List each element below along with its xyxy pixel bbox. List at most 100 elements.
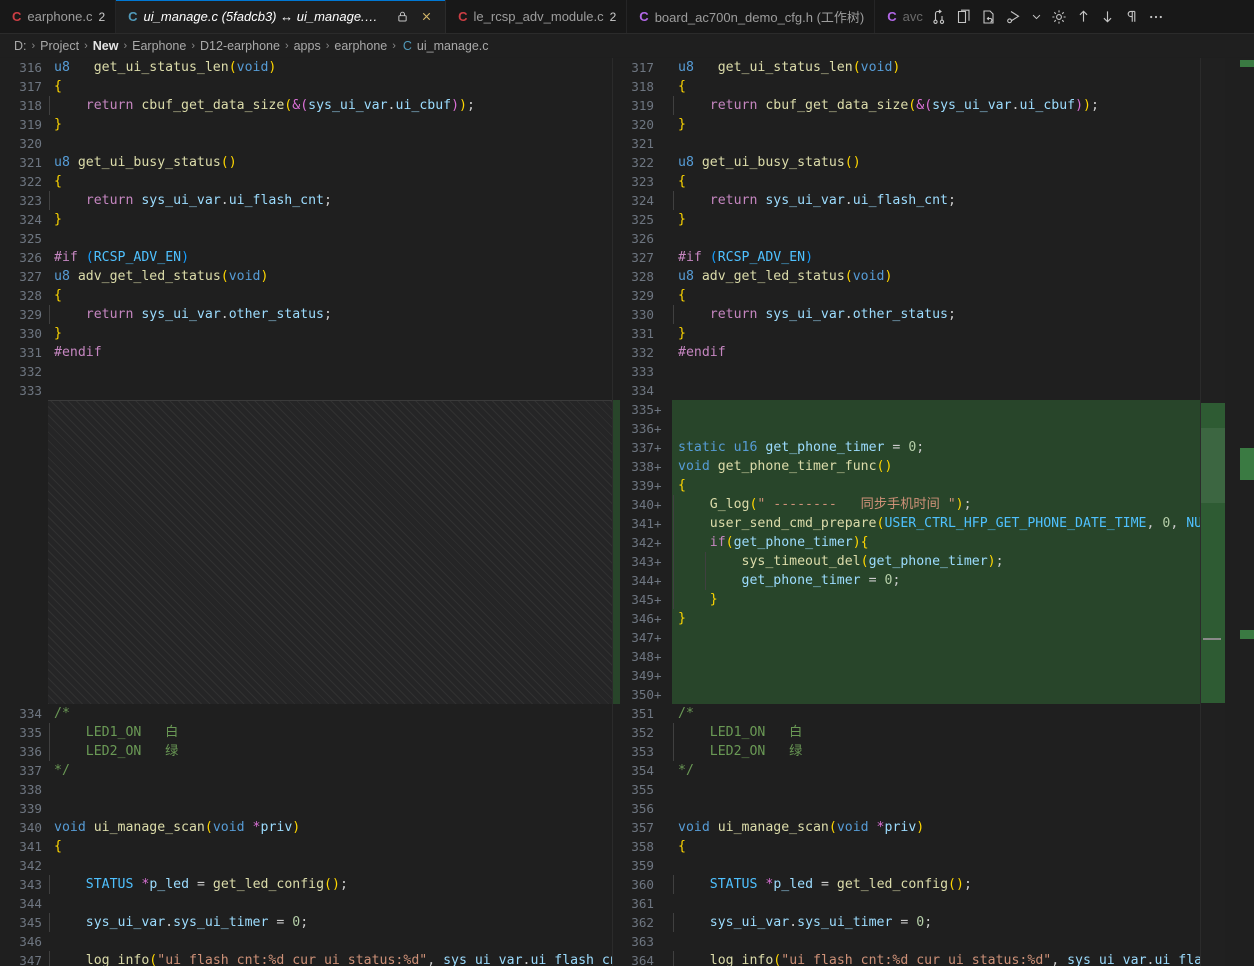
chevron-down-icon[interactable] — [1031, 11, 1042, 22]
code-line[interactable]: 323 return sys_ui_var.ui_flash_cnt; — [0, 191, 612, 210]
code-line[interactable]: 344 — [0, 894, 612, 913]
overview-ruler[interactable] — [1240, 58, 1254, 966]
code-line[interactable]: 318 return cbuf_get_data_size(&(sys_ui_v… — [0, 96, 612, 115]
code-line[interactable]: 340 void ui_manage_scan(void *priv) — [0, 818, 612, 837]
diff-pane-original[interactable]: 316 u8 get_ui_status_len(void) 317 {318 ret… — [0, 58, 612, 966]
code-line[interactable]: 342+ if(get_phone_timer){ — [620, 533, 1210, 552]
code-line[interactable]: 358+ { — [620, 837, 1210, 856]
code-line[interactable]: 332 — [0, 362, 612, 381]
arrow-up-icon[interactable] — [1076, 9, 1091, 24]
code-line[interactable]: 327+ #if (RCSP_ADV_EN) — [620, 248, 1210, 267]
code-line[interactable]: 338+ void get_phone_timer_func() — [620, 457, 1210, 476]
code-line[interactable]: 323+ { — [620, 172, 1210, 191]
code-line[interactable]: 337 */ — [0, 761, 612, 780]
code-line[interactable]: 319} — [0, 115, 612, 134]
code-line[interactable]: 327 u8 adv_get_led_status(void) — [0, 267, 612, 286]
code-line[interactable]: 341+ user_send_cmd_prepare(USER_CTRL_HFP… — [620, 514, 1210, 533]
code-line[interactable]: 338 — [0, 780, 612, 799]
code-line[interactable]: 320 — [0, 134, 612, 153]
code-line[interactable]: 356+ — [620, 799, 1210, 818]
code-line[interactable]: 321+ — [620, 134, 1210, 153]
open-changes-icon[interactable] — [981, 9, 997, 25]
code-line[interactable]: 333+ — [620, 362, 1210, 381]
breadcrumb-item-3[interactable]: Earphone — [132, 39, 186, 53]
diff-pane-modified[interactable]: 317+ u8 get_ui_status_len(void) 318+ {319+ … — [620, 58, 1210, 966]
code-line[interactable]: 353+ LED2_ON 绿 — [620, 742, 1210, 761]
gear-icon[interactable] — [1051, 9, 1067, 25]
code-line[interactable]: 346 — [0, 932, 612, 951]
minimap-and-scrollbar[interactable] — [1200, 58, 1254, 966]
code-line[interactable]: 345 sys_ui_var.sys_ui_timer = 0; — [0, 913, 612, 932]
code-line[interactable]: 325+} — [620, 210, 1210, 229]
code-line[interactable]: 325 — [0, 229, 612, 248]
code-line[interactable]: 347+ — [620, 628, 1210, 647]
code-line[interactable]: 317+ u8 get_ui_status_len(void) — [620, 58, 1210, 77]
code-line[interactable]: 351+ /* — [620, 704, 1210, 723]
code-line[interactable]: 329 return sys_ui_var.other_status; — [0, 305, 612, 324]
code-line[interactable]: 335+ — [620, 400, 1210, 419]
breadcrumb-item-6[interactable]: earphone — [334, 39, 387, 53]
code-line[interactable]: 331+} — [620, 324, 1210, 343]
tab-earphone-c[interactable]: C earphone.c 2 — [0, 0, 117, 33]
code-line[interactable]: 339+ { — [620, 476, 1210, 495]
breadcrumb-item-7[interactable]: ui_manage.c — [417, 39, 489, 53]
code-line[interactable]: 342 — [0, 856, 612, 875]
code-line[interactable]: 326 #if (RCSP_ADV_EN) — [0, 248, 612, 267]
code-line[interactable]: 320+} — [620, 115, 1210, 134]
close-icon[interactable] — [418, 8, 435, 25]
code-line[interactable]: 363+ — [620, 932, 1210, 951]
code-line[interactable]: 331 #endif — [0, 343, 612, 362]
code-line[interactable]: 321 u8 get_ui_busy_status() — [0, 153, 612, 172]
breadcrumb-item-0[interactable]: D: — [14, 39, 27, 53]
code-line[interactable]: 326+ — [620, 229, 1210, 248]
code-line[interactable]: 343+ sys_timeout_del(get_phone_timer); — [620, 552, 1210, 571]
code-line[interactable]: 330} — [0, 324, 612, 343]
code-line[interactable]: 328+ u8 adv_get_led_status(void) — [620, 267, 1210, 286]
code-line[interactable]: 364+ log_info("ui_flash_cnt:%d cur_ui_st… — [620, 951, 1210, 966]
run-and-debug-icon[interactable] — [1006, 9, 1022, 25]
tab-avc-overflow[interactable]: C avc — [875, 0, 923, 33]
code-line[interactable]: 324} — [0, 210, 612, 229]
code-line[interactable]: 343 STATUS *p_led = get_led_config(); — [0, 875, 612, 894]
code-line[interactable]: 337+ static u16 get_phone_timer = 0; — [620, 438, 1210, 457]
arrow-down-icon[interactable] — [1100, 9, 1115, 24]
breadcrumb-item-5[interactable]: apps — [294, 39, 321, 53]
code-line[interactable]: 329+ { — [620, 286, 1210, 305]
tab-le-rcsp-adv-module-c[interactable]: C le_rcsp_adv_module.c 2 — [446, 0, 628, 33]
breadcrumb-item-1[interactable]: Project — [40, 39, 79, 53]
pilcrow-icon[interactable] — [1124, 9, 1139, 24]
code-line[interactable]: 334+ — [620, 381, 1210, 400]
code-line[interactable]: 348+ — [620, 647, 1210, 666]
code-line[interactable]: 354+ */ — [620, 761, 1210, 780]
breadcrumb-item-4[interactable]: D12-earphone — [200, 39, 280, 53]
code-line[interactable]: 362+ sys_ui_var.sys_ui_timer = 0; — [620, 913, 1210, 932]
code-line[interactable]: 345+ } — [620, 590, 1210, 609]
minimap-slider[interactable] — [1201, 428, 1225, 503]
code-line[interactable]: 332+ #endif — [620, 343, 1210, 362]
code-line[interactable]: 334 /* — [0, 704, 612, 723]
code-line[interactable]: 346+} — [620, 609, 1210, 628]
tab-board-ac700n-demo-cfg-h[interactable]: C board_ac700n_demo_cfg.h (工作树) — [627, 0, 876, 33]
ellipsis-icon[interactable] — [1148, 9, 1164, 25]
code-line[interactable]: 335 LED1_ON 白 — [0, 723, 612, 742]
code-line[interactable]: 350+ — [620, 685, 1210, 704]
lock-icon[interactable] — [394, 8, 411, 25]
code-line[interactable]: 347 log_info("ui_flash_cnt:%d cur_ui_sta… — [0, 951, 612, 966]
code-line[interactable]: 333 — [0, 381, 612, 400]
tab-ui-manage-c-diff[interactable]: C ui_manage.c (5fadcb3) ↔ ui_manage.c (c… — [116, 0, 447, 33]
code-line[interactable]: 355+ — [620, 780, 1210, 799]
code-line[interactable]: 361+ — [620, 894, 1210, 913]
code-line[interactable]: 360+ STATUS *p_led = get_led_config(); — [620, 875, 1210, 894]
code-line[interactable]: 359+ — [620, 856, 1210, 875]
code-line[interactable]: 322 { — [0, 172, 612, 191]
code-line[interactable]: 330+ return sys_ui_var.other_status; — [620, 305, 1210, 324]
minimap[interactable] — [1201, 58, 1225, 966]
code-line[interactable]: 344+ get_phone_timer = 0; — [620, 571, 1210, 590]
code-line[interactable]: 357+ void ui_manage_scan(void *priv) — [620, 818, 1210, 837]
compare-changes-icon[interactable] — [931, 9, 947, 25]
code-lines-modified[interactable]: 317+ u8 get_ui_status_len(void) 318+ {319+ … — [620, 58, 1210, 966]
code-line[interactable]: 319+ return cbuf_get_data_size(&(sys_ui_… — [620, 96, 1210, 115]
code-line[interactable]: 352+ LED1_ON 白 — [620, 723, 1210, 742]
code-line[interactable]: 339 — [0, 799, 612, 818]
code-line[interactable]: 324+ return sys_ui_var.ui_flash_cnt; — [620, 191, 1210, 210]
